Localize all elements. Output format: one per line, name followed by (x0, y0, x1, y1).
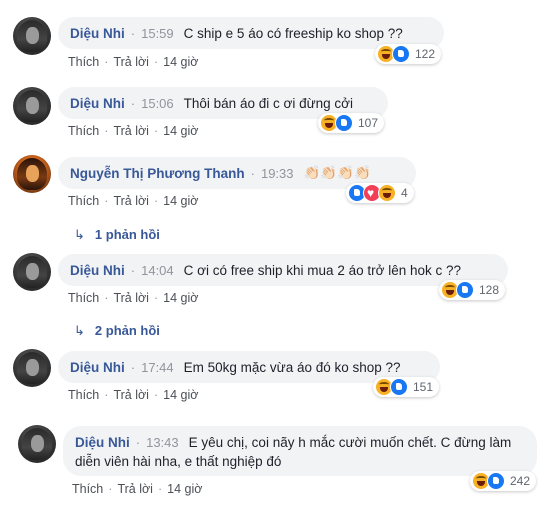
replies-count: 2 phản hồi (94, 323, 160, 338)
separator: · (130, 359, 136, 375)
comment-text: Thôi bán áo đi c ơi đừng cởi (183, 95, 353, 111)
replies-count: 1 phản hồi (94, 227, 160, 242)
reaction-count: 107 (358, 116, 379, 130)
comment-actions: Thích · Trả lời · 14 giờ (68, 388, 198, 402)
timestamp[interactable]: 15:06 (141, 96, 174, 111)
dot: · (157, 482, 163, 496)
avatar[interactable] (13, 87, 51, 125)
timestamp[interactable]: 17:44 (141, 360, 174, 375)
like-link[interactable]: Thích (68, 124, 99, 138)
separator: · (130, 262, 136, 278)
dot: · (153, 124, 159, 138)
reaction-count: 122 (415, 47, 436, 61)
dot: · (104, 55, 109, 69)
separator: · (130, 95, 136, 111)
dot: · (104, 124, 109, 138)
author-name[interactable]: Diệu Nhi (75, 435, 130, 450)
comment-actions: Thích · Trả lời · 14 giờ (72, 482, 202, 496)
reaction-summary[interactable]: 4 (346, 183, 414, 203)
timestamp[interactable]: 15:59 (141, 26, 174, 41)
separator: · (130, 25, 136, 41)
dot: · (153, 291, 159, 305)
view-replies-link[interactable]: ↳ 2 phản hồi (74, 323, 160, 339)
author-name[interactable]: Diệu Nhi (70, 26, 125, 41)
comment-actions: Thích · Trả lời · 14 giờ (68, 194, 198, 208)
comment-text: C ơi có free ship khi mua 2 áo trở lên h… (183, 262, 461, 278)
comment-text: C ship e 5 áo có freeship ko shop ?? (183, 25, 403, 41)
reaction-count: 128 (479, 283, 500, 297)
comment-actions: Thích · Trả lời · 14 giờ (68, 291, 198, 305)
comment-bubble: Diệu Nhi · 13:43 E yêu chị, coi nãy h mắc c… (63, 426, 537, 476)
reaction-summary[interactable]: 242 (470, 471, 537, 491)
reply-link[interactable]: Trả lời (113, 124, 149, 138)
timestamp[interactable]: 13:43 (146, 435, 179, 450)
separator: · (135, 435, 141, 450)
comment-actions: Thích · Trả lời · 14 giờ (68, 55, 198, 69)
author-name[interactable]: Diệu Nhi (70, 360, 125, 375)
timestamp[interactable]: 14:04 (141, 263, 174, 278)
like-reaction-icon (392, 45, 410, 63)
reaction-count: 4 (401, 186, 408, 200)
reply-link[interactable]: Trả lời (113, 55, 149, 69)
like-link[interactable]: Thích (68, 55, 99, 69)
like-link[interactable]: Thích (72, 482, 103, 496)
avatar[interactable] (13, 17, 51, 55)
like-reaction-icon (335, 114, 353, 132)
comment-bubble: Diệu Nhi · 14:04 C ơi có free ship khi m… (58, 254, 508, 286)
like-link[interactable]: Thích (68, 388, 99, 402)
reply-link[interactable]: Trả lời (113, 291, 149, 305)
time-ago[interactable]: 14 giờ (167, 482, 202, 496)
haha-reaction-icon (378, 184, 396, 202)
avatar[interactable] (13, 155, 51, 193)
dot: · (153, 55, 159, 69)
time-ago[interactable]: 14 giờ (163, 291, 198, 305)
reaction-summary[interactable]: 128 (439, 280, 506, 300)
dot: · (104, 388, 109, 402)
like-link[interactable]: Thích (68, 194, 99, 208)
like-link[interactable]: Thích (68, 291, 99, 305)
reaction-summary[interactable]: 151 (373, 377, 440, 397)
separator: · (250, 165, 255, 181)
reaction-summary[interactable]: 107 (318, 113, 385, 133)
reply-link[interactable]: Trả lời (117, 482, 153, 496)
dot: · (104, 291, 109, 305)
like-reaction-icon (487, 472, 505, 490)
reaction-count: 151 (413, 380, 434, 394)
comment-actions: Thích · Trả lời · 14 giờ (68, 124, 198, 138)
author-name[interactable]: Diệu Nhi (70, 263, 125, 278)
reply-arrow-icon: ↳ (74, 227, 85, 242)
time-ago[interactable]: 14 giờ (163, 194, 198, 208)
avatar[interactable] (18, 425, 56, 463)
dot: · (104, 194, 109, 208)
author-name[interactable]: Nguyễn Thị Phương Thanh (70, 166, 245, 181)
timestamp[interactable]: 19:33 (261, 166, 294, 181)
reaction-count: 242 (510, 474, 531, 488)
author-name[interactable]: Diệu Nhi (70, 96, 125, 111)
avatar[interactable] (13, 253, 51, 291)
like-reaction-icon (456, 281, 474, 299)
time-ago[interactable]: 14 giờ (163, 55, 198, 69)
comment-text: E yêu chị, coi nãy h mắc cười muốn chết.… (75, 435, 512, 469)
reply-link[interactable]: Trả lời (113, 388, 149, 402)
avatar[interactable] (13, 349, 51, 387)
reply-link[interactable]: Trả lời (113, 194, 149, 208)
dot: · (153, 194, 159, 208)
comment-text: Em 50kg mặc vừa áo đó ko shop ?? (183, 359, 401, 375)
time-ago[interactable]: 14 giờ (163, 388, 198, 402)
like-reaction-icon (390, 378, 408, 396)
dot: · (108, 482, 113, 496)
reply-arrow-icon: ↳ (74, 323, 85, 338)
reaction-summary[interactable]: 122 (375, 44, 442, 64)
comment-text: 👏🏻👏🏻👏🏻👏🏻 (303, 165, 371, 180)
view-replies-link[interactable]: ↳ 1 phản hồi (74, 227, 160, 243)
time-ago[interactable]: 14 giờ (163, 124, 198, 138)
dot: · (153, 388, 159, 402)
